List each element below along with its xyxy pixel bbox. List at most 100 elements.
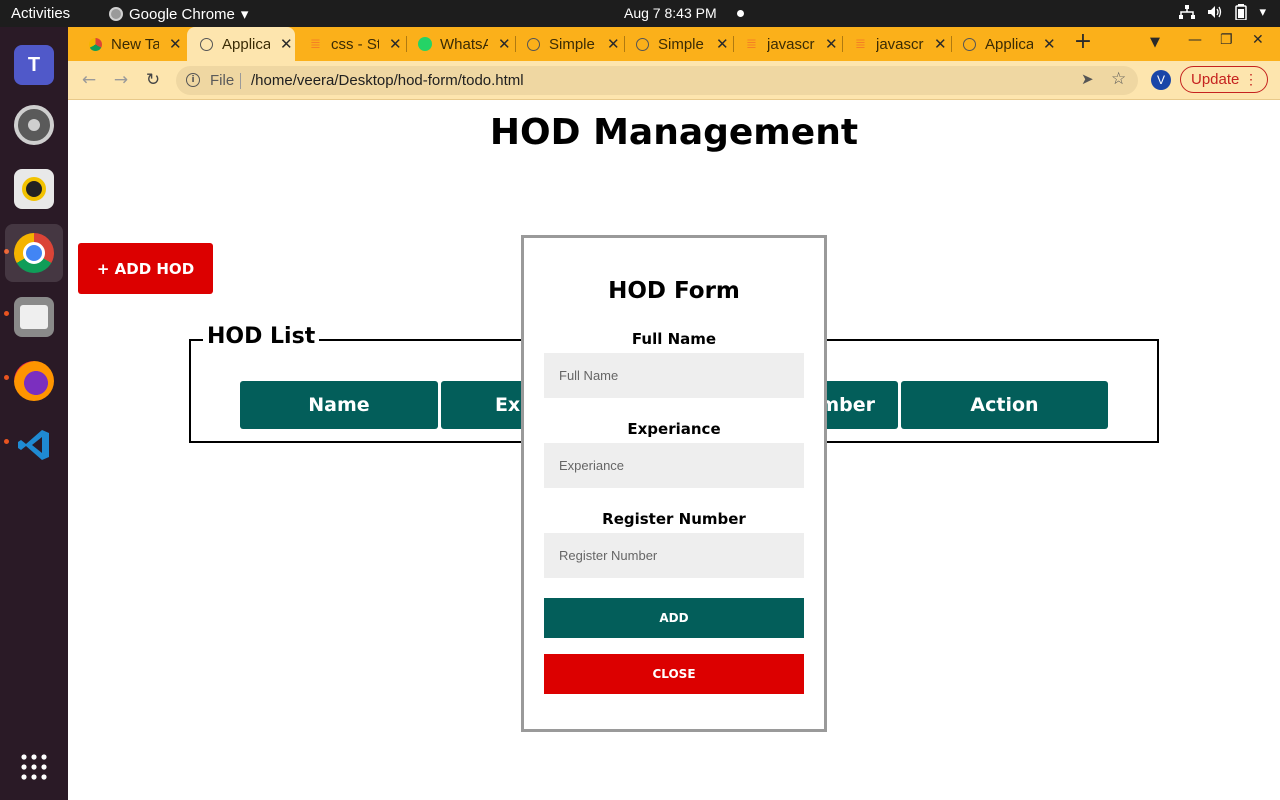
notification-dot-icon (737, 10, 744, 17)
dock-firefox[interactable] (5, 352, 63, 410)
update-button[interactable]: Update ⋮ (1180, 66, 1268, 93)
battery-icon (1235, 4, 1248, 20)
tab-close-icon[interactable]: ✕ (825, 35, 838, 53)
dock-teams[interactable]: T (5, 36, 63, 94)
tab-new-tab[interactable]: New Tab ✕ (68, 27, 186, 61)
tab-label: css - Stack Overflow (331, 35, 379, 53)
tab-label: WhatsApp (440, 35, 488, 53)
app-menu[interactable]: Google Chrome ▾ (109, 5, 248, 23)
settings-icon (14, 105, 54, 145)
column-header-action: Action (901, 381, 1108, 429)
vscode-icon (14, 425, 54, 465)
globe-icon (962, 37, 977, 52)
bookmark-star-icon[interactable]: ☆ (1111, 69, 1126, 89)
full-name-input[interactable] (544, 353, 804, 398)
network-icon (1179, 5, 1196, 19)
tab-javascript-2[interactable]: ≣ javascript ✕ (841, 27, 949, 61)
dock-vscode[interactable] (5, 416, 63, 474)
update-label: Update (1191, 71, 1240, 88)
add-button[interactable]: ADD (544, 598, 804, 638)
tab-close-icon[interactable]: ✕ (607, 35, 620, 53)
new-tab-button[interactable]: + (1071, 31, 1095, 55)
tab-label: javascript (876, 35, 924, 53)
rhythmbox-icon (14, 169, 54, 209)
dock: T (0, 27, 68, 800)
page-title: HOD Management (489, 112, 859, 153)
address-url[interactable]: /home/veera/Desktop/hod-form/todo.html (251, 72, 524, 89)
minimize-button[interactable]: — (1188, 32, 1202, 48)
system-top-bar: Activities Google Chrome ▾ Aug 7 8:43 PM… (0, 0, 1280, 27)
activities-button[interactable]: Activities (11, 5, 70, 22)
dock-settings[interactable] (5, 96, 63, 154)
dock-chrome[interactable] (5, 224, 63, 282)
forward-button[interactable]: → (110, 69, 132, 91)
tab-close-icon[interactable]: ✕ (280, 35, 293, 53)
address-divider (240, 73, 241, 89)
tab-label: Simple (658, 35, 704, 53)
tab-application-2[interactable]: Application ✕ (950, 27, 1058, 61)
system-tray[interactable]: ▾ (1179, 4, 1266, 20)
globe-icon (635, 37, 650, 52)
clock[interactable]: Aug 7 8:43 PM (624, 5, 717, 21)
tab-search-chevron-icon[interactable]: ▼ (1150, 35, 1160, 50)
tab-simple-1[interactable]: Simple ✕ (514, 27, 622, 61)
stackoverflow-icon: ≣ (746, 36, 757, 51)
hod-form-modal: HOD Form Full Name Experiance Register N… (521, 235, 827, 732)
tab-close-icon[interactable]: ✕ (169, 35, 182, 53)
add-hod-button[interactable]: + ADD HOD (78, 243, 213, 294)
modal-title: HOD Form (608, 278, 740, 304)
tab-close-icon[interactable]: ✕ (1043, 35, 1056, 53)
tab-label: New Tab (111, 35, 159, 53)
send-to-device-icon[interactable]: ➤ (1081, 70, 1094, 88)
chrome-mini-icon (109, 7, 123, 21)
close-button[interactable]: CLOSE (544, 654, 804, 694)
site-info-icon[interactable]: i (186, 73, 200, 87)
chrome-icon (88, 37, 103, 52)
tab-label: Application (222, 35, 270, 53)
tab-label: Simple (549, 35, 595, 53)
files-icon (14, 297, 54, 337)
register-number-input[interactable] (544, 533, 804, 578)
tab-close-icon[interactable]: ✕ (716, 35, 729, 53)
teams-icon: T (14, 45, 54, 85)
tab-close-icon[interactable]: ✕ (498, 35, 511, 53)
tab-label: Application (985, 35, 1033, 53)
tab-close-icon[interactable]: ✕ (934, 35, 947, 53)
globe-icon (526, 37, 541, 52)
tab-simple-2[interactable]: Simple ✕ (623, 27, 731, 61)
tab-strip: New Tab ✕ Application ✕ ≣ css - Stack Ov… (68, 27, 1280, 61)
dock-rhythmbox[interactable] (5, 160, 63, 218)
stackoverflow-icon: ≣ (855, 36, 866, 51)
tab-application[interactable]: Application ✕ (187, 27, 295, 61)
volume-icon (1208, 6, 1222, 18)
experiance-label: Experiance (627, 420, 721, 438)
tab-label: javascript (767, 35, 815, 53)
tab-whatsapp[interactable]: WhatsApp ✕ (405, 27, 513, 61)
system-menu-arrow-icon: ▾ (1259, 4, 1266, 20)
stackoverflow-icon: ≣ (310, 36, 321, 51)
globe-icon (199, 37, 214, 52)
caret-down-icon: ▾ (240, 6, 249, 23)
web-page: HOD Management + ADD HOD HOD List Name E… (68, 100, 1280, 800)
tab-close-icon[interactable]: ✕ (389, 35, 402, 53)
restore-button[interactable]: ❐ (1220, 32, 1233, 48)
firefox-icon (14, 361, 54, 401)
profile-avatar[interactable]: V (1151, 70, 1171, 90)
whatsapp-icon (417, 37, 432, 52)
experiance-input[interactable] (544, 443, 804, 488)
close-window-button[interactable]: ✕ (1252, 32, 1264, 48)
full-name-label: Full Name (631, 330, 717, 348)
register-number-label: Register Number (602, 510, 746, 528)
browser-toolbar: ← → ↻ i File /home/veera/Desktop/hod-for… (68, 61, 1280, 100)
reload-button[interactable]: ↻ (142, 69, 164, 91)
dock-files[interactable] (5, 288, 63, 346)
chrome-icon (14, 233, 54, 273)
address-bar[interactable]: i File /home/veera/Desktop/hod-form/todo… (176, 66, 1138, 95)
app-menu-label: Google Chrome (129, 5, 235, 23)
tab-javascript-1[interactable]: ≣ javascript ✕ (732, 27, 840, 61)
address-protocol: File (210, 72, 235, 89)
kebab-menu-icon[interactable]: ⋮ (1244, 67, 1258, 92)
tab-css-stackoverflow[interactable]: ≣ css - Stack Overflow ✕ (296, 27, 404, 61)
back-button[interactable]: ← (78, 69, 100, 91)
dock-show-apps[interactable] (5, 738, 63, 796)
